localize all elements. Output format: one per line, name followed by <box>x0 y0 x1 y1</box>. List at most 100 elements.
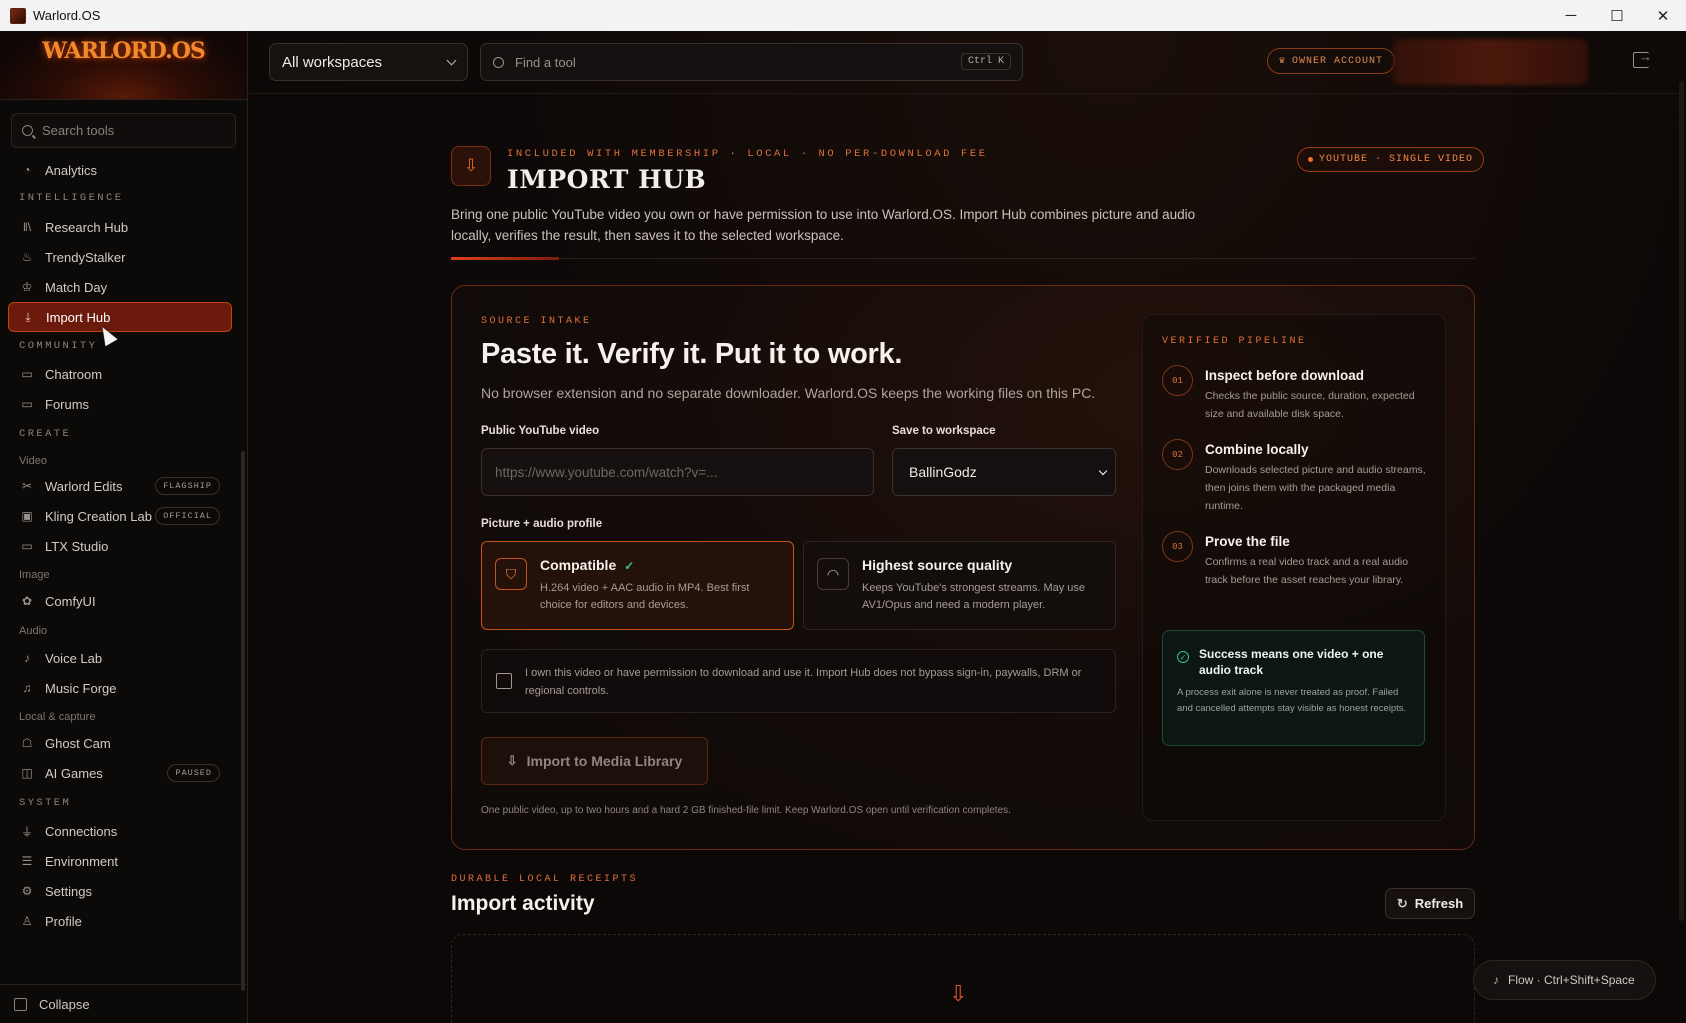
option-title: Highest source quality <box>862 557 1013 573</box>
intake-subtitle: No browser extension and no separate dow… <box>481 385 1096 401</box>
intake-title: Paste it. Verify it. Put it to work. <box>481 338 903 370</box>
speedometer-icon: ◠ <box>817 558 849 590</box>
refresh-button[interactable]: ↻ Refresh <box>1385 888 1475 919</box>
sidebar-item-music-forge[interactable]: ♫ Music Forge <box>8 673 232 703</box>
success-description: A process exit alone is never treated as… <box>1177 687 1407 714</box>
gear-icon: ⚙ <box>21 884 33 898</box>
window-title: Warlord.OS <box>33 8 101 23</box>
profile-option-compatible[interactable]: ⛉ Compatible ✓ H.264 video + AAC audio in… <box>481 541 794 630</box>
profile-label: Picture + audio profile <box>481 518 603 530</box>
option-description: H.264 video + AAC audio in MP4. Best fir… <box>540 582 750 611</box>
chevron-down-icon <box>446 55 457 66</box>
flagship-badge: FLAGSHIP <box>155 477 220 495</box>
paused-badge: PAUSED <box>167 764 220 782</box>
page-title: IMPORT HUB <box>507 165 707 194</box>
sidebar-item-kling-creation-lab[interactable]: ▣ Kling Creation Lab OFFICIAL <box>8 501 232 531</box>
sidebar-item-forums[interactable]: ▭ Forums <box>8 389 232 419</box>
sidebar: WARLORD.OS Search tools ◔ Analytics INTEL… <box>0 31 248 1023</box>
workspace-selector[interactable]: All workspaces <box>269 43 468 81</box>
option-title: Compatible <box>540 557 617 573</box>
step-description: Downloads selected picture and audio str… <box>1205 464 1426 512</box>
collapse-sidebar-button[interactable]: Collapse <box>0 984 248 1023</box>
main-scrollbar[interactable] <box>1676 31 1686 1023</box>
server-icon: ☰ <box>21 854 33 868</box>
top-bar: All workspaces Find a tool Ctrl K ♛ OWNER… <box>249 31 1686 94</box>
gauge-icon: ◔ <box>23 163 31 177</box>
flame-icon: ♨ <box>21 250 33 264</box>
shield-icon: ⛉ <box>495 558 527 590</box>
panel-left-icon <box>14 997 27 1011</box>
subsection-image: Image <box>19 569 50 581</box>
step-title: Combine locally <box>1205 442 1309 457</box>
search-icon <box>493 56 504 68</box>
header-eyebrow: INCLUDED WITH MEMBERSHIP · LOCAL · NO PE… <box>507 148 988 160</box>
close-button[interactable]: ✕ <box>1640 0 1686 31</box>
step-number: 01 <box>1162 365 1193 396</box>
subsection-audio: Audio <box>19 625 48 637</box>
cloud-download-icon: ⇩ <box>949 981 968 1006</box>
cloud-download-icon: ⇩ <box>451 146 491 186</box>
url-label: Public YouTube video <box>481 425 600 437</box>
app-logo[interactable]: WARLORD.OS <box>0 31 247 100</box>
step-title: Prove the file <box>1205 534 1290 549</box>
sidebar-search-input[interactable]: Search tools <box>11 113 236 148</box>
status-dot-icon <box>1308 157 1313 162</box>
workspace-label: Save to workspace <box>892 425 996 437</box>
music-icon: ♫ <box>22 681 32 695</box>
step-description: Confirms a real video track and a real a… <box>1205 556 1409 586</box>
microphone-icon: ♪ <box>1493 973 1499 987</box>
sidebar-item-profile[interactable]: ♙ Profile <box>8 906 232 936</box>
chat-icon: ▭ <box>21 367 33 381</box>
sidebar-item-ghost-cam[interactable]: ☖ Ghost Cam <box>8 728 232 758</box>
sidebar-item-settings[interactable]: ⚙ Settings <box>8 876 232 906</box>
app-icon <box>10 7 26 24</box>
sidebar-item-analytics[interactable]: ◔ Analytics <box>8 155 232 185</box>
microphone-icon: ♪ <box>24 651 30 665</box>
trophy-icon: ♔ <box>21 280 33 294</box>
subsection-local-capture: Local & capture <box>19 711 96 723</box>
sidebar-item-import-hub[interactable]: ⤓ Import Hub <box>8 302 232 332</box>
sidebar-item-ai-games[interactable]: ◫ AI Games PAUSED <box>8 758 232 788</box>
workspace-select[interactable]: BallinGodz <box>892 448 1116 496</box>
find-tool-input[interactable]: Find a tool Ctrl K <box>480 43 1023 81</box>
header-divider <box>451 257 1475 260</box>
sidebar-item-voice-lab[interactable]: ♪ Voice Lab <box>8 643 232 673</box>
user-icon: ♙ <box>21 914 33 928</box>
sidebar-item-match-day[interactable]: ♔ Match Day <box>8 272 232 302</box>
window-titlebar: Warlord.OS ─ ☐ ✕ <box>0 0 1686 31</box>
import-button[interactable]: ⇩ Import to Media Library <box>481 737 708 785</box>
sidebar-item-chatroom[interactable]: ▭ Chatroom <box>8 359 232 389</box>
search-icon <box>22 125 33 136</box>
section-community: COMMUNITY <box>19 340 98 352</box>
scissors-icon: ✂ <box>21 479 33 493</box>
profile-option-highest-quality[interactable]: ◠ Highest source quality Keeps YouTube's… <box>803 541 1116 630</box>
gamepad-icon: ◫ <box>21 766 33 780</box>
youtube-url-input[interactable]: https://www.youtube.com/watch?v=... <box>481 448 874 496</box>
sidebar-item-connections[interactable]: ⏚ Connections <box>8 816 232 846</box>
sidebar-item-trendystalker[interactable]: ♨ TrendyStalker <box>8 242 232 272</box>
section-system: SYSTEM <box>19 797 72 809</box>
maximize-button[interactable]: ☐ <box>1594 0 1640 31</box>
logout-icon[interactable] <box>1633 49 1652 68</box>
consent-checkbox[interactable] <box>496 673 512 689</box>
step-title: Inspect before download <box>1205 368 1365 383</box>
flow-voice-button[interactable]: ♪ Flow · Ctrl+Shift+Space <box>1473 960 1656 1000</box>
minimize-button[interactable]: ─ <box>1548 0 1594 31</box>
owner-account-badge[interactable]: ♛ OWNER ACCOUNT <box>1267 48 1396 74</box>
success-title: Success means one video + one audio trac… <box>1199 647 1384 677</box>
check-icon: ✓ <box>624 559 635 573</box>
sidebar-item-ltx-studio[interactable]: ▭ LTX Studio <box>8 531 232 561</box>
chevron-down-icon <box>1098 466 1108 476</box>
plug-icon: ⏚ <box>20 824 33 839</box>
sidebar-item-environment[interactable]: ☰ Environment <box>8 846 232 876</box>
sidebar-item-comfyui[interactable]: ✿ ComfyUI <box>8 586 232 616</box>
sidebar-item-warlord-edits[interactable]: ✂ Warlord Edits FLAGSHIP <box>8 471 232 501</box>
limits-footnote: One public video, up to two hours and a … <box>481 805 1011 816</box>
intake-eyebrow: SOURCE INTAKE <box>481 316 592 327</box>
sidebar-item-research-hub[interactable]: ‖\ Research Hub <box>8 212 232 242</box>
account-button[interactable] <box>1393 39 1588 85</box>
check-circle-icon: ✓ <box>1177 651 1189 663</box>
pipeline-eyebrow: VERIFIED PIPELINE <box>1162 336 1307 347</box>
sidebar-scrollbar[interactable] <box>241 451 245 991</box>
crown-icon: ♛ <box>1279 56 1287 67</box>
